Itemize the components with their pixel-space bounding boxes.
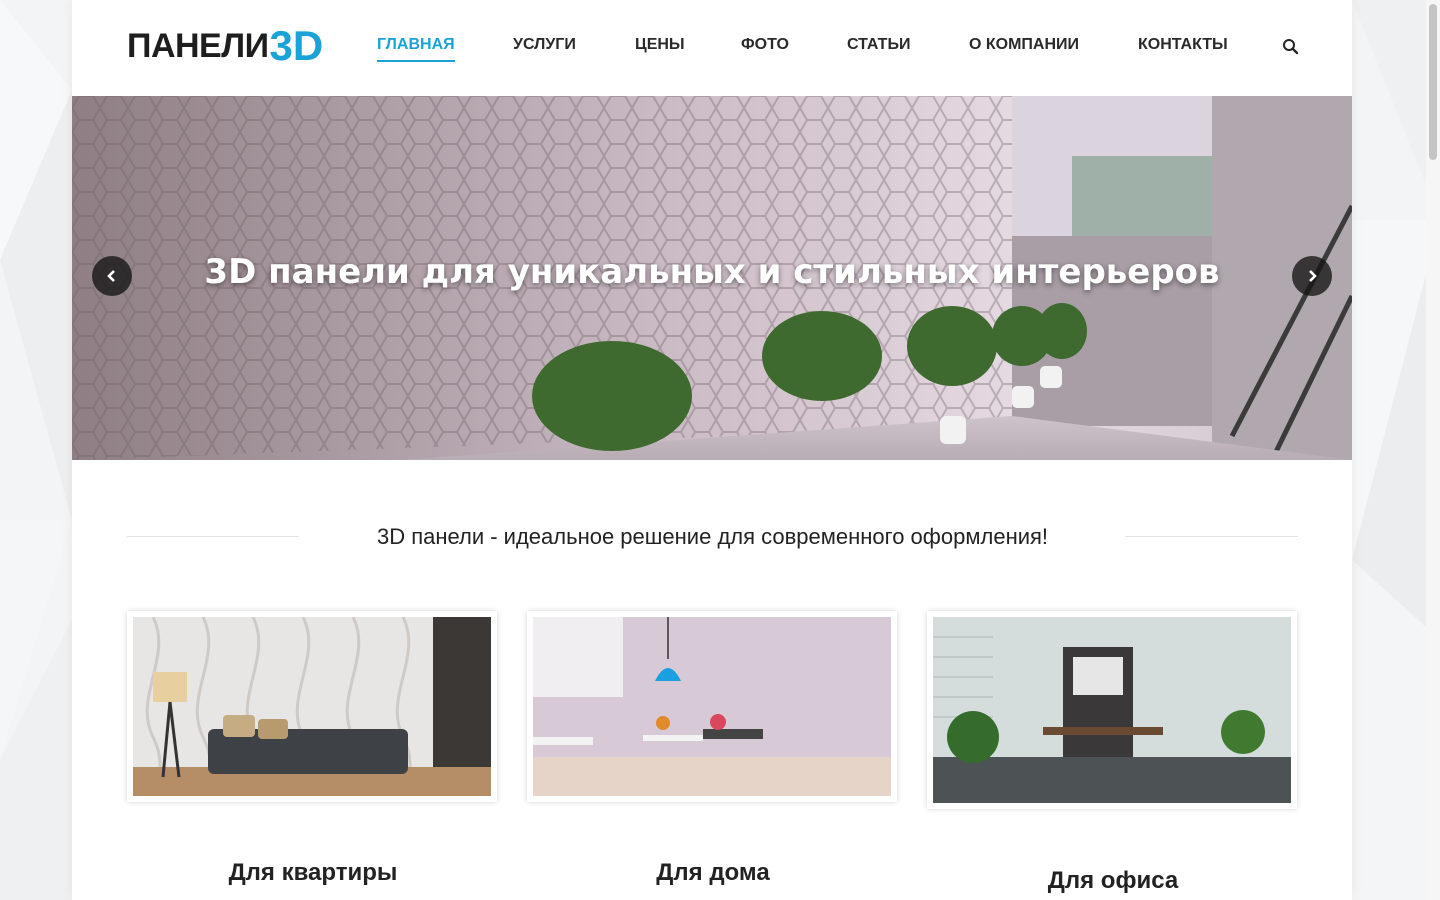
nav-item-contacts[interactable]: КОНТАКТЫ [1138, 36, 1228, 54]
site-header: ПАНЕЛИ 3D ГЛАВНАЯ УСЛУГИ ЦЕНЫ ФОТО СТАТЬ… [72, 0, 1352, 96]
page-scrollbar[interactable] [1426, 0, 1440, 900]
slider-prev-button[interactable] [92, 256, 132, 296]
card-image-apartment [133, 617, 491, 796]
chevron-right-icon [1309, 270, 1317, 282]
card-title[interactable]: Для офиса [927, 867, 1299, 895]
card-title[interactable]: Для квартиры [127, 859, 499, 887]
nav-item-photo[interactable]: ФОТО [741, 36, 789, 54]
search-icon[interactable] [1282, 38, 1300, 56]
nav-item-services[interactable]: УСЛУГИ [513, 36, 576, 54]
nav-item-articles[interactable]: СТАТЬИ [847, 36, 910, 54]
section-title: 3D панели - идеальное решение для соврем… [376, 524, 1049, 549]
card-title[interactable]: Для дома [527, 859, 899, 887]
scrollbar-thumb[interactable] [1429, 4, 1437, 160]
slide-caption: 3D панели для уникальных и стильных инте… [204, 252, 1220, 292]
nav-item-about[interactable]: О КОМПАНИИ [969, 36, 1079, 54]
section-heading: 3D панели - идеальное решение для соврем… [127, 520, 1298, 554]
chevron-left-icon [107, 270, 115, 282]
page-container: ПАНЕЛИ 3D ГЛАВНАЯ УСЛУГИ ЦЕНЫ ФОТО СТАТЬ… [72, 0, 1352, 900]
card-image-office [933, 617, 1291, 803]
card-image-frame[interactable] [127, 611, 497, 802]
nav-item-home[interactable]: ГЛАВНАЯ [377, 36, 455, 62]
card-image-house [533, 617, 891, 796]
slider-next-button[interactable] [1292, 256, 1332, 296]
card-image-frame[interactable] [527, 611, 897, 802]
logo-text: ПАНЕЛИ [127, 27, 269, 65]
site-logo[interactable]: ПАНЕЛИ 3D [127, 22, 324, 69]
logo-accent: 3D [269, 22, 324, 69]
card-image-frame[interactable] [927, 611, 1297, 809]
hero-slider: 3D панели для уникальных и стильных инте… [72, 96, 1352, 460]
nav-item-prices[interactable]: ЦЕНЫ [635, 36, 685, 54]
